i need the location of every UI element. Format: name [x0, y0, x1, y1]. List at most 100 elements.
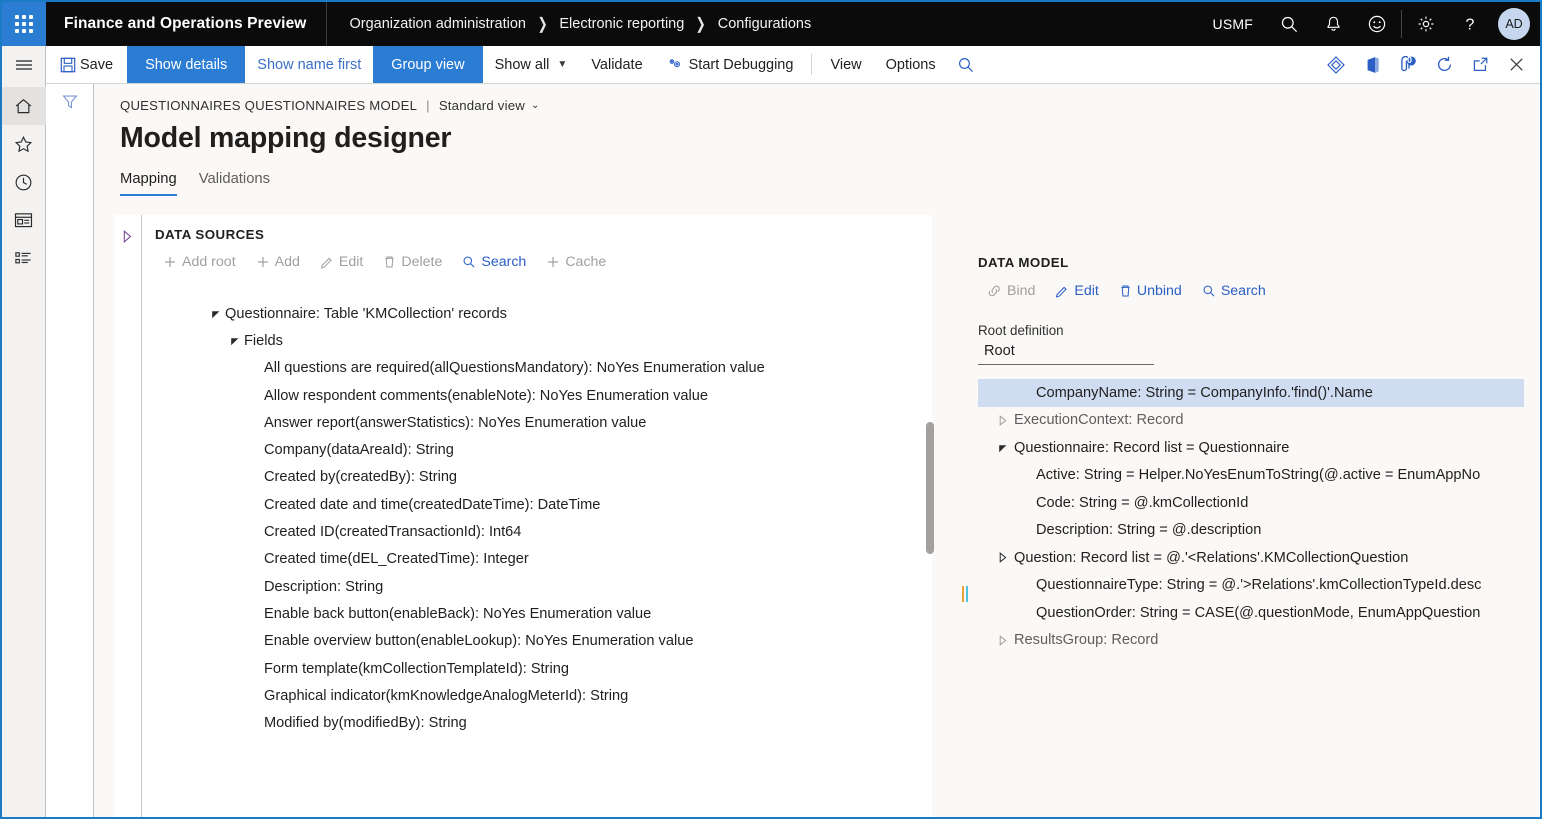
company-selector[interactable]: USMF — [1203, 16, 1267, 32]
search-button[interactable]: Search — [1193, 279, 1275, 303]
tree-twisty-collapsed-icon[interactable] — [992, 415, 1014, 426]
sidebar-item-hamburger[interactable] — [2, 46, 46, 84]
tree-twisty-expanded-icon[interactable] — [992, 443, 1014, 453]
tree-twisty-collapsed-icon[interactable] — [992, 552, 1014, 563]
app-launcher-button[interactable] — [2, 2, 46, 46]
show-all-dropdown[interactable]: Show all ▼ — [483, 46, 580, 83]
pane-splitter-handle[interactable] — [962, 586, 969, 602]
unbind-button[interactable]: Unbind — [1110, 279, 1191, 303]
tab-validations[interactable]: Validations — [199, 171, 270, 196]
close-icon[interactable] — [1498, 46, 1534, 84]
data-model-tree-node[interactable]: Description: String = @.description — [978, 517, 1540, 545]
root-definition-label: Root definition — [978, 303, 1540, 338]
data-source-tree-node[interactable]: Created ID(createdTransactionId): Int64 — [142, 518, 932, 545]
bind-button[interactable]: Bind — [978, 279, 1044, 303]
data-source-tree-node[interactable]: Created date and time(createdDateTime): … — [142, 491, 932, 518]
sidebar-item-favorites[interactable] — [2, 125, 46, 163]
help-question-icon[interactable]: ? — [1448, 2, 1492, 46]
chevron-down-icon: ⌄ — [531, 100, 540, 111]
data-source-tree-node[interactable]: Allow respondent comments(enableNote): N… — [142, 382, 932, 409]
data-source-tree-node[interactable]: Enable overview button(enableLookup): No… — [142, 628, 932, 655]
chevron-right-icon: ❯ — [538, 14, 548, 34]
data-model-tree-node[interactable]: Question: Record list = @.'<Relations'.K… — [978, 544, 1540, 572]
refresh-icon[interactable] — [1426, 46, 1462, 84]
page-breadcrumb-text: QUESTIONNAIRES QUESTIONNAIRES MODEL — [120, 98, 417, 113]
data-source-node-label: Created date and time(createdDateTime): … — [264, 497, 600, 513]
data-source-tree-node[interactable]: All questions are required(allQuestionsM… — [142, 355, 932, 382]
data-source-tree-node[interactable]: Form template(kmCollectionTemplateId): S… — [142, 655, 932, 682]
validate-button[interactable]: Validate — [579, 46, 654, 83]
data-source-tree-node[interactable]: Created time(dEL_CreatedTime): Integer — [142, 546, 932, 573]
tree-twisty-expanded-icon[interactable] — [207, 309, 225, 319]
save-button[interactable]: Save — [46, 46, 127, 83]
show-name-first-button[interactable]: Show name first — [245, 46, 373, 83]
root-definition-input[interactable]: Root — [978, 338, 1154, 365]
data-source-tree-node[interactable]: Created by(createdBy): String — [142, 464, 932, 491]
data-model-tree-node[interactable]: QuestionnaireType: String = @.'>Relation… — [978, 572, 1540, 600]
show-details-button[interactable]: Show details — [127, 46, 245, 83]
avatar[interactable]: AD — [1498, 8, 1530, 40]
edit-button[interactable]: Edit — [311, 250, 372, 274]
office-apps-icon[interactable] — [1354, 46, 1390, 84]
data-sources-actions: Add root Add Edit Delete — [142, 242, 932, 274]
data-source-node-label: Enable back button(enableBack): NoYes En… — [264, 606, 651, 622]
data-model-node-label: Code: String = @.kmCollectionId — [1036, 495, 1248, 511]
tree-twisty-collapsed-icon[interactable] — [992, 635, 1014, 646]
data-model-tree-node[interactable]: Questionnaire: Record list = Questionnai… — [978, 434, 1540, 462]
sidebar-item-modules[interactable] — [2, 239, 46, 277]
nav-right-group: USMF ? AD — [1203, 2, 1540, 46]
breadcrumb-item-0[interactable]: Organization administration — [349, 16, 526, 32]
breadcrumb-item-1[interactable]: Electronic reporting — [559, 16, 684, 32]
sidebar-item-home[interactable] — [2, 87, 46, 125]
options-menu[interactable]: Options — [874, 46, 948, 83]
page-title: Model mapping designer — [94, 113, 1540, 155]
page-content: QUESTIONNAIRES QUESTIONNAIRES MODEL | St… — [94, 84, 1540, 817]
cache-button[interactable]: Cache — [537, 250, 615, 274]
notifications-bell-icon[interactable] — [1311, 2, 1355, 46]
search-button[interactable]: Search — [453, 250, 535, 274]
add-root-button[interactable]: Add root — [154, 250, 245, 274]
feedback-smiley-icon[interactable] — [1355, 2, 1399, 46]
top-navigation-bar: Finance and Operations Preview Organizat… — [2, 2, 1540, 46]
data-model-tree-node[interactable]: QuestionOrder: String = CASE(@.questionM… — [978, 599, 1540, 627]
view-selector-label: Standard view — [439, 98, 525, 113]
data-model-tree-node[interactable]: Code: String = @.kmCollectionId — [978, 489, 1540, 517]
delete-button[interactable]: Delete — [374, 250, 451, 274]
edit-button[interactable]: Edit — [1046, 279, 1107, 303]
data-model-tree-node-selected[interactable]: CompanyName: String = CompanyInfo.'find(… — [978, 379, 1524, 407]
personalize-diamond-icon[interactable] — [1318, 46, 1354, 84]
data-source-node-label: Allow respondent comments(enableNote): N… — [264, 388, 708, 404]
attachments-icon[interactable]: 0 — [1390, 46, 1426, 84]
sidebar-item-recent[interactable] — [2, 163, 46, 201]
filter-funnel-icon[interactable] — [61, 93, 79, 817]
breadcrumb-item-2[interactable]: Configurations — [718, 16, 812, 32]
start-debugging-button[interactable]: Start Debugging — [655, 46, 806, 83]
sidebar-item-workspaces[interactable] — [2, 201, 46, 239]
data-model-tree-node[interactable]: ExecutionContext: Record — [978, 407, 1540, 435]
brand-title[interactable]: Finance and Operations Preview — [46, 2, 327, 46]
search-icon[interactable] — [1267, 2, 1311, 46]
data-sources-vertical-scrollbar[interactable] — [926, 422, 934, 554]
data-source-tree-node[interactable]: Graphical indicator(kmKnowledgeAnalogMet… — [142, 682, 932, 709]
view-selector[interactable]: Standard view ⌄ — [439, 98, 540, 113]
data-source-tree-node[interactable]: Modified by(modifiedBy): String — [142, 709, 932, 736]
data-source-tree-node[interactable]: Company(dataAreaId): String — [142, 436, 932, 463]
tab-mapping[interactable]: Mapping — [120, 171, 177, 196]
data-source-tree-node[interactable]: Questionnaire: Table 'KMCollection' reco… — [142, 300, 932, 327]
data-source-tree-node[interactable]: Fields — [142, 327, 932, 354]
search-icon[interactable] — [948, 46, 984, 84]
data-source-tree-node[interactable]: Description: String — [142, 573, 932, 600]
data-model-tree-node[interactable]: Active: String = Helper.NoYesEnumToStrin… — [978, 462, 1540, 490]
data-source-node-label: Modified by(modifiedBy): String — [264, 715, 467, 731]
group-view-button[interactable]: Group view — [373, 46, 482, 83]
data-model-tree-node[interactable]: ResultsGroup: Record — [978, 627, 1540, 655]
tree-twisty-expanded-icon[interactable] — [226, 336, 244, 346]
settings-gear-icon[interactable] — [1404, 2, 1448, 46]
data-source-tree-node[interactable]: Answer report(answerStatistics): NoYes E… — [142, 409, 932, 436]
data-source-tree-node[interactable]: Enable back button(enableBack): NoYes En… — [142, 600, 932, 627]
view-menu[interactable]: View — [818, 46, 873, 83]
cache-label: Cache — [565, 254, 606, 270]
open-in-new-window-icon[interactable] — [1462, 46, 1498, 84]
data-sources-pane-expander[interactable] — [114, 215, 142, 817]
add-button[interactable]: Add — [247, 250, 309, 274]
